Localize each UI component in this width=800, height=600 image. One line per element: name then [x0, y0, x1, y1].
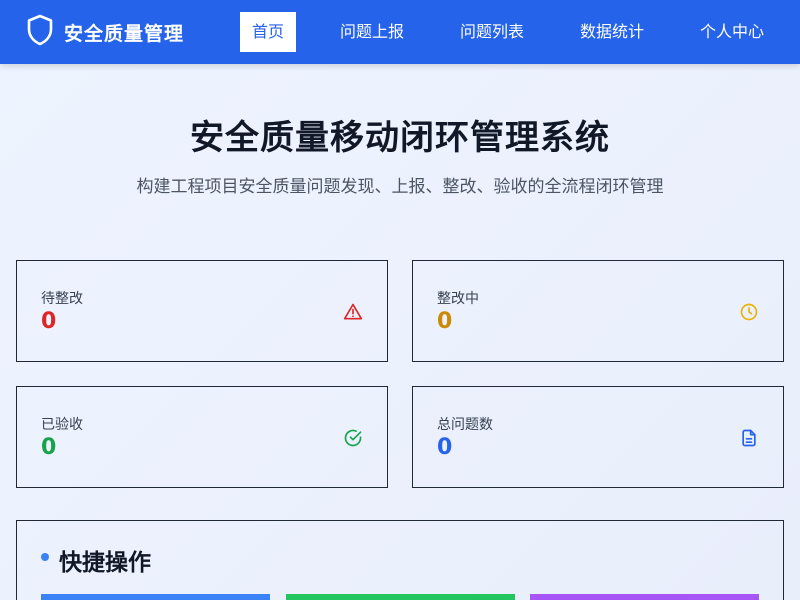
stat-card-in-progress[interactable]: 整改中 0	[412, 260, 784, 362]
stat-value: 0	[437, 309, 453, 334]
nav-profile[interactable]: 个人中心	[692, 12, 772, 52]
stat-card-total[interactable]: 总问题数 0	[412, 386, 784, 488]
nav-issue-list[interactable]: 问题列表	[452, 12, 532, 52]
brand-title: 安全质量管理	[64, 22, 185, 45]
shield-icon	[26, 14, 54, 50]
clock-icon	[739, 302, 759, 322]
section-dot	[41, 553, 49, 561]
stat-value: 0	[41, 309, 57, 334]
brand[interactable]: 安全质量管理	[26, 14, 185, 50]
stat-card-pending[interactable]: 待整改 0	[16, 260, 388, 362]
stat-value: 0	[41, 435, 57, 460]
document-icon	[739, 428, 759, 448]
quick-action-button-3[interactable]	[530, 594, 759, 600]
alert-triangle-icon	[343, 302, 363, 322]
stat-card-accepted[interactable]: 已验收 0	[16, 386, 388, 488]
stat-label: 待整改	[41, 291, 83, 307]
quick-action-button-1[interactable]	[41, 594, 270, 600]
quick-actions-panel: 快捷操作	[16, 520, 784, 600]
stat-label: 整改中	[437, 291, 479, 307]
nav-home[interactable]: 首页	[240, 12, 296, 52]
quick-action-button-2[interactable]	[286, 594, 515, 600]
stat-value: 0	[437, 435, 453, 460]
stat-label: 已验收	[41, 417, 83, 433]
quick-actions-title: 快捷操作	[59, 550, 151, 576]
stat-label: 总问题数	[437, 417, 493, 433]
page-title: 安全质量移动闭环管理系统	[190, 118, 610, 158]
check-circle-icon	[343, 428, 363, 448]
nav-report-issue[interactable]: 问题上报	[332, 12, 412, 52]
nav-statistics[interactable]: 数据统计	[572, 12, 652, 52]
page-subtitle: 构建工程项目安全质量问题发现、上报、整改、验收的全流程闭环管理	[136, 177, 664, 197]
top-navbar: 安全质量管理 首页 问题上报 问题列表 数据统计 个人中心	[0, 0, 800, 64]
